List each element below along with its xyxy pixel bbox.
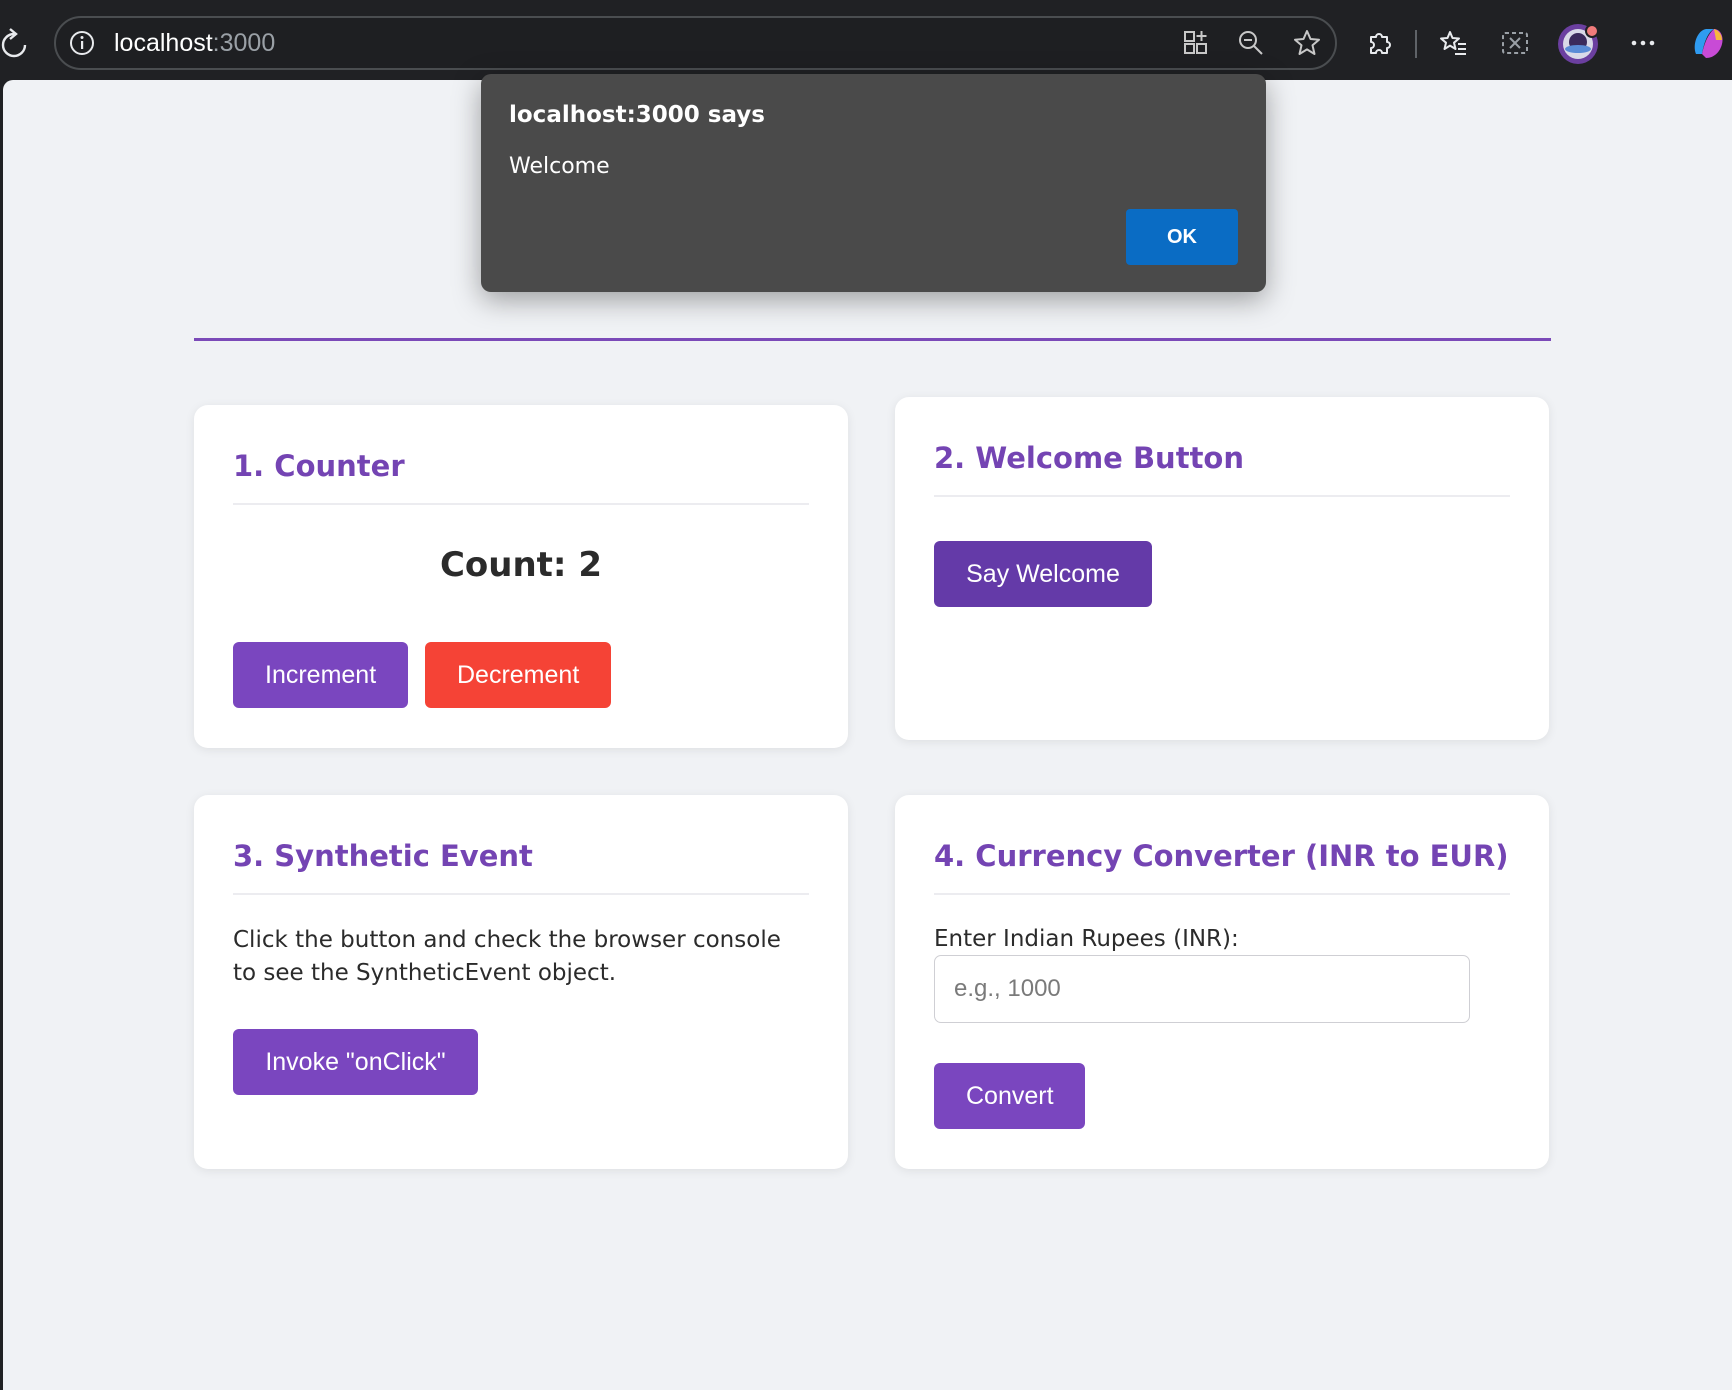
favorite-star-icon[interactable] [1292, 28, 1322, 58]
currency-converter-card: 4. Currency Converter (INR to EUR) Enter… [895, 795, 1549, 1169]
favorites-list-icon[interactable] [1438, 28, 1468, 58]
card-title: 3. Synthetic Event [233, 839, 809, 895]
reload-icon[interactable] [0, 28, 28, 60]
copilot-icon[interactable] [1688, 24, 1728, 64]
url-port: :3000 [212, 29, 276, 57]
convert-button[interactable]: Convert [934, 1063, 1085, 1129]
synthetic-event-card: 3. Synthetic Event Click the button and … [194, 795, 848, 1169]
url-host: localhost [114, 29, 213, 57]
card-title: 2. Welcome Button [934, 441, 1510, 497]
dialog-title: localhost:3000 says [509, 102, 765, 128]
dialog-ok-button[interactable]: OK [1126, 209, 1238, 265]
inr-input-label: Enter Indian Rupees (INR): [934, 926, 1239, 952]
url-text[interactable]: localhost:3000 [114, 29, 275, 58]
welcome-card: 2. Welcome Button Say Welcome [895, 397, 1549, 740]
extensions-icon[interactable] [1365, 28, 1395, 58]
counter-card: 1. Counter Count: 2 Increment Decrement [194, 405, 848, 748]
browser-toolbar: localhost:3000 [0, 0, 1732, 80]
alert-dialog: localhost:3000 says Welcome OK [481, 74, 1266, 292]
count-display: Count: 2 [439, 545, 603, 585]
synthetic-event-description: Click the button and check the browser c… [233, 927, 781, 986]
zoom-out-icon[interactable] [1236, 28, 1266, 58]
invoke-onclick-button[interactable]: Invoke "onClick" [233, 1029, 478, 1095]
card-title: 4. Currency Converter (INR to EUR) [934, 839, 1510, 895]
increment-button[interactable]: Increment [233, 642, 408, 708]
inr-amount-input[interactable] [934, 955, 1470, 1023]
header-divider [194, 338, 1551, 341]
toolbar-separator [1415, 30, 1417, 58]
decrement-button[interactable]: Decrement [425, 642, 611, 708]
screenshot-icon[interactable] [1500, 28, 1530, 58]
say-welcome-button[interactable]: Say Welcome [934, 541, 1152, 607]
dialog-message: Welcome [509, 154, 610, 179]
address-bar[interactable]: localhost:3000 [54, 16, 1337, 70]
more-menu-icon[interactable] [1628, 28, 1658, 58]
site-info-icon[interactable] [69, 30, 95, 56]
card-title: 1. Counter [233, 449, 809, 505]
app-grid-icon[interactable] [1181, 28, 1211, 58]
profile-avatar-icon[interactable] [1556, 22, 1600, 66]
